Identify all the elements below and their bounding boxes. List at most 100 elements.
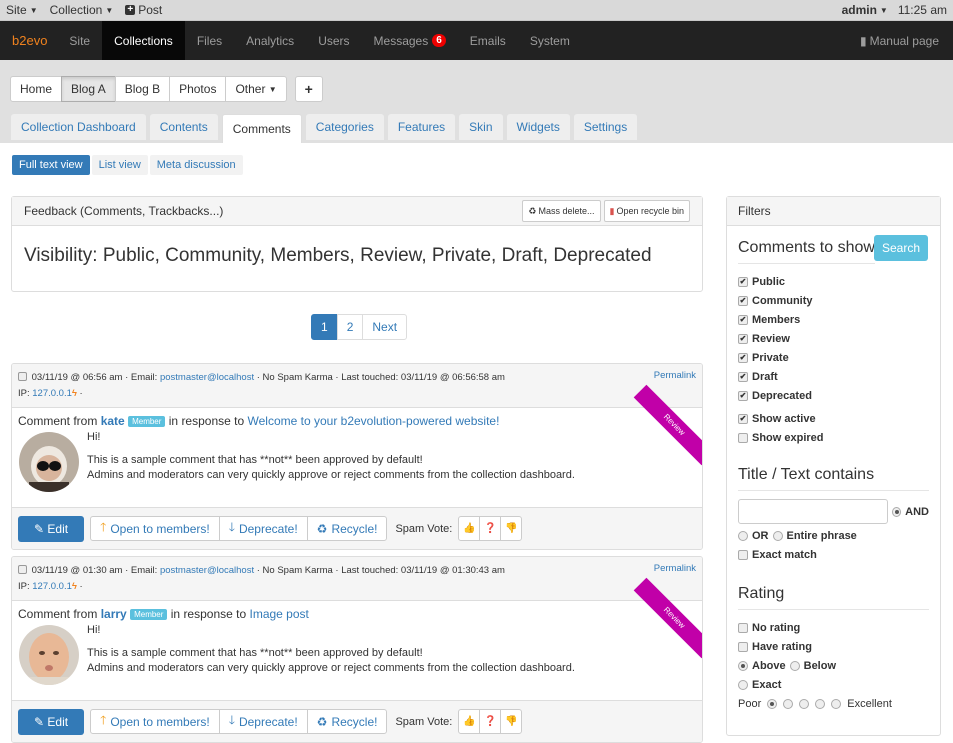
add-collection-button[interactable]: + xyxy=(294,76,323,102)
filter-deprecated[interactable]: ✔ Deprecated xyxy=(738,386,929,405)
or-radio[interactable] xyxy=(738,530,748,541)
checkbox-checked[interactable]: ✔ xyxy=(738,352,748,363)
checkbox-unchecked[interactable] xyxy=(738,622,748,633)
collection-photos[interactable]: Photos xyxy=(169,76,227,102)
deprecate-button[interactable]: 🡓 Deprecate! xyxy=(218,516,308,541)
meta-discussion-tab[interactable]: Meta discussion xyxy=(149,155,243,175)
thumbs-down-icon[interactable]: 👎 xyxy=(500,709,523,734)
site-menu[interactable]: Site ▼ xyxy=(6,3,38,17)
open-to-members-button[interactable]: 🡑 Open to members! xyxy=(90,516,220,541)
filter-draft[interactable]: ✔ Draft xyxy=(738,367,929,386)
checkbox-checked[interactable]: ✔ xyxy=(738,276,748,287)
thumbs-down-icon[interactable]: 👎 xyxy=(500,516,523,541)
recycle-button[interactable]: ♻ Recycle! xyxy=(306,709,388,734)
collection-menu[interactable]: Collection ▼ xyxy=(50,3,114,17)
filter-review[interactable]: ✔ Review xyxy=(738,329,929,348)
checkbox-checked[interactable]: ✔ xyxy=(738,333,748,344)
tab-settings[interactable]: Settings xyxy=(573,114,638,140)
permalink[interactable]: Permalink xyxy=(654,561,696,577)
tab-categories[interactable]: Categories xyxy=(305,114,384,140)
checkbox-checked[interactable]: ✔ xyxy=(738,314,748,325)
tab-collection-dashboard[interactable]: Collection Dashboard xyxy=(11,114,146,140)
brand-logo[interactable]: b2evo xyxy=(2,21,57,60)
edit-button[interactable]: ✎ Edit xyxy=(18,708,85,735)
rating-radio-3[interactable] xyxy=(799,698,810,709)
deprecate-button[interactable]: 🡓 Deprecate! xyxy=(218,709,308,734)
edit-button[interactable]: ✎ Edit xyxy=(18,515,85,542)
rating-radio-1[interactable] xyxy=(767,698,778,709)
nav-analytics[interactable]: Analytics xyxy=(234,21,306,60)
filter-community[interactable]: ✔ Community xyxy=(738,291,929,310)
open-to-members-button[interactable]: 🡑 Open to members! xyxy=(90,709,220,734)
filter-show-active[interactable]: ✔ Show active xyxy=(738,409,929,428)
rating-radio-2[interactable] xyxy=(783,698,794,709)
rating-radio-4[interactable] xyxy=(815,698,826,709)
permalink[interactable]: Permalink xyxy=(654,368,696,384)
list-view-tab[interactable]: List view xyxy=(91,155,148,175)
checkbox-unchecked[interactable] xyxy=(738,432,748,443)
tab-features[interactable]: Features xyxy=(387,114,456,140)
above-radio[interactable] xyxy=(738,660,748,671)
filter-public[interactable]: ✔ Public xyxy=(738,272,929,291)
open-recycle-bin-button[interactable]: ▮ Open recycle bin xyxy=(603,200,690,222)
collection-blog-b[interactable]: Blog B xyxy=(114,76,171,102)
question-icon[interactable]: ❓ xyxy=(479,709,502,734)
checkbox-checked[interactable]: ✔ xyxy=(738,413,748,424)
checkbox-checked[interactable]: ✔ xyxy=(738,371,748,382)
mass-delete-button[interactable]: ♻ Mass delete... xyxy=(522,200,601,222)
entire-phrase-radio[interactable] xyxy=(772,530,783,541)
comment-email-link[interactable]: postmaster@localhost xyxy=(160,372,254,383)
comment-email-link[interactable]: postmaster@localhost xyxy=(160,565,254,576)
avatar[interactable] xyxy=(19,432,79,492)
comment-select-checkbox[interactable] xyxy=(18,372,27,381)
ip-link[interactable]: 127.0.0.1 xyxy=(32,581,72,592)
page-2[interactable]: 2 xyxy=(336,314,364,340)
nav-emails[interactable]: Emails xyxy=(458,21,518,60)
lightning-icon[interactable]: ϟ xyxy=(72,581,77,592)
nav-site[interactable]: Site xyxy=(57,21,102,60)
tab-widgets[interactable]: Widgets xyxy=(506,114,570,140)
checkbox-checked[interactable]: ✔ xyxy=(738,295,748,306)
search-button[interactable]: Search xyxy=(874,235,928,261)
thumbs-up-icon[interactable]: 👍 xyxy=(458,709,481,734)
filter-have-rating[interactable]: Have rating xyxy=(738,637,929,656)
filter-members[interactable]: ✔ Members xyxy=(738,310,929,329)
checkbox-checked[interactable]: ✔ xyxy=(738,390,748,401)
collection-other-dropdown[interactable]: Other ▼ xyxy=(225,76,287,102)
collection-home[interactable]: Home xyxy=(10,76,63,102)
user-menu[interactable]: admin ▼ xyxy=(842,3,888,17)
post-button[interactable]: + Post xyxy=(125,3,162,17)
page-1[interactable]: 1 xyxy=(311,314,338,340)
tab-contents[interactable]: Contents xyxy=(149,114,218,140)
filter-show-expired[interactable]: Show expired xyxy=(738,428,929,447)
avatar[interactable] xyxy=(19,625,79,685)
text-contains-input[interactable] xyxy=(738,499,888,524)
post-link[interactable]: Welcome to your b2evolution-powered webs… xyxy=(248,414,500,428)
lightning-icon[interactable]: ϟ xyxy=(72,388,77,399)
question-icon[interactable]: ❓ xyxy=(479,516,502,541)
author-link[interactable]: kate xyxy=(101,414,125,428)
tab-skin[interactable]: Skin xyxy=(459,114,503,140)
exact-radio[interactable] xyxy=(738,679,748,690)
checkbox-unchecked[interactable] xyxy=(738,641,748,652)
comment-select-checkbox[interactable] xyxy=(18,565,27,574)
nav-system[interactable]: System xyxy=(518,21,582,60)
tab-comments[interactable]: Comments xyxy=(221,114,302,143)
checkbox-unchecked[interactable] xyxy=(738,549,748,560)
next-page[interactable]: Next xyxy=(362,314,408,340)
filter-private[interactable]: ✔ Private xyxy=(738,348,929,367)
recycle-button[interactable]: ♻ Recycle! xyxy=(306,516,388,541)
nav-collections[interactable]: Collections xyxy=(102,21,185,60)
thumbs-up-icon[interactable]: 👍 xyxy=(458,516,481,541)
nav-messages[interactable]: Messages 6 xyxy=(362,21,458,60)
and-radio[interactable] xyxy=(892,506,902,517)
nav-users[interactable]: Users xyxy=(306,21,361,60)
post-link[interactable]: Image post xyxy=(250,607,309,621)
rating-radio-5[interactable] xyxy=(831,698,842,709)
full-text-view-tab[interactable]: Full text view xyxy=(12,155,90,175)
manual-page-link[interactable]: ▮ Manual page xyxy=(846,21,953,60)
below-radio[interactable] xyxy=(789,660,800,671)
filter-no-rating[interactable]: No rating xyxy=(738,618,929,637)
collection-blog-a[interactable]: Blog A xyxy=(61,76,116,102)
filter-exact-match[interactable]: Exact match xyxy=(738,545,929,564)
